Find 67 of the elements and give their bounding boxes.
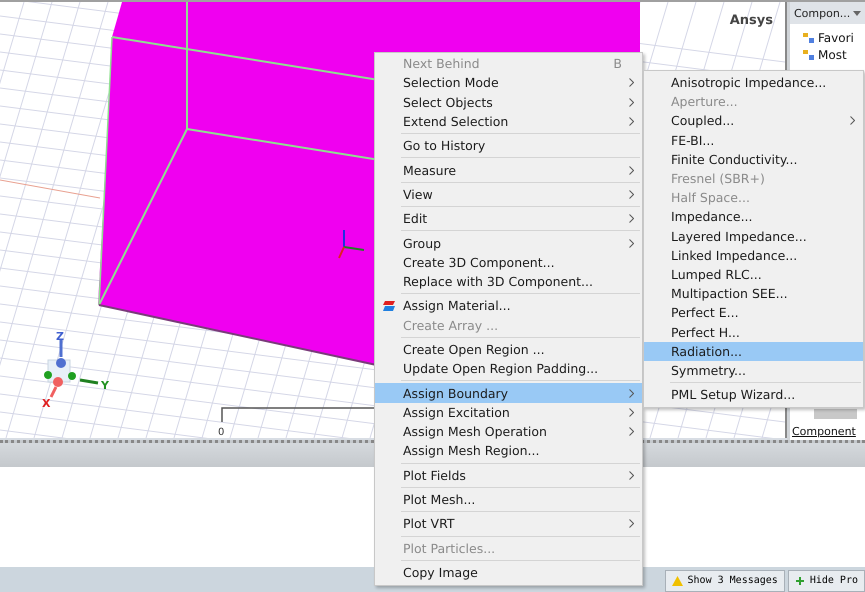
menu-item[interactable]: Group (375, 233, 642, 253)
menu-item[interactable]: Assign Boundary (375, 383, 642, 403)
menu-item[interactable]: Radiation... (644, 342, 863, 361)
menu-item[interactable]: Perfect H... (644, 322, 863, 342)
menu-item[interactable]: FE-BI... (644, 130, 863, 150)
tree-item[interactable]: Most (818, 48, 847, 62)
library-icon (802, 32, 816, 44)
chevron-icon (850, 116, 855, 126)
menu-item[interactable]: Perfect E... (644, 303, 863, 322)
status-button[interactable]: Show 3 Messages (664, 570, 785, 592)
menu-item[interactable]: Extend Selection (375, 112, 642, 132)
panel-tab[interactable]: Component (790, 425, 865, 438)
chevron-icon (629, 190, 634, 199)
panel-header[interactable]: Compon... (790, 2, 865, 24)
menu-item[interactable]: Replace with 3D Component... (375, 272, 642, 292)
chevron-icon (629, 427, 634, 436)
chevron-icon (629, 214, 634, 224)
library-icon (802, 48, 816, 60)
material-icon (382, 300, 396, 312)
menu-item[interactable]: Coupled... (644, 111, 863, 131)
menu-item[interactable]: Assign Material... (375, 296, 642, 316)
status-button[interactable]: Hide Pro (788, 570, 865, 592)
axis-label: Y (101, 379, 109, 392)
panel-title: Compon... (794, 6, 850, 20)
menu-item[interactable]: Plot Fields (375, 466, 642, 485)
menu-item[interactable]: Layered Impedance... (644, 226, 863, 246)
chevron-icon (629, 166, 634, 175)
menu-item[interactable]: Copy Image (375, 562, 642, 582)
warning-icon (672, 576, 683, 586)
chevron-icon (629, 238, 634, 248)
axis-triad-drawing[interactable] (44, 340, 98, 398)
scale-label: 0 (218, 427, 224, 438)
menu-item[interactable]: Anisotropic Impedance... (644, 73, 863, 92)
menu-item[interactable]: Plot VRT (375, 514, 642, 534)
axis-label: X (42, 397, 50, 410)
menu-item[interactable]: Finite Conductivity... (644, 150, 863, 169)
origin-axes-icon (338, 230, 364, 258)
chevron-icon (629, 98, 634, 107)
chevron-icon (629, 470, 634, 480)
menu-item[interactable]: Lumped RLC... (644, 264, 863, 284)
menu-item[interactable]: Assign Mesh Operation (375, 422, 642, 442)
chevron-icon (629, 117, 634, 126)
menu-item[interactable]: Symmetry... (644, 360, 863, 380)
menu-item[interactable]: Create 3D Component... (375, 252, 642, 272)
menu-item[interactable]: Create Open Region ... (375, 340, 642, 360)
horizontal-scrollbar[interactable] (814, 409, 857, 419)
menu-item[interactable]: View (375, 184, 642, 204)
menu-item[interactable]: Assign Excitation (375, 402, 642, 422)
tree-item[interactable]: Favori (818, 30, 854, 44)
dropdown-icon[interactable] (853, 10, 861, 16)
menu-item[interactable]: Impedance... (644, 207, 863, 226)
menu-item[interactable]: Assign Mesh Region... (375, 441, 642, 461)
menu-item[interactable]: Update Open Region Padding... (375, 359, 642, 378)
menu-item[interactable]: Linked Impedance... (644, 246, 863, 265)
menu-item[interactable]: Plot Mesh... (375, 490, 642, 510)
plus-icon (794, 576, 805, 586)
brand-label: Ansys (730, 13, 773, 28)
chevron-icon (629, 519, 634, 528)
chevron-icon (629, 78, 634, 88)
menu-item[interactable]: Multipaction SEE... (644, 284, 863, 304)
menu-item[interactable]: PML Setup Wizard... (644, 385, 863, 404)
menu-item[interactable]: Select Objects (375, 92, 642, 112)
menu-item[interactable]: Selection Mode (375, 73, 642, 93)
menu-item[interactable]: Edit (375, 209, 642, 228)
axis-label: Z (56, 330, 64, 343)
menu-item[interactable]: Measure (375, 160, 642, 180)
menu-item[interactable]: Go to History (375, 136, 642, 156)
